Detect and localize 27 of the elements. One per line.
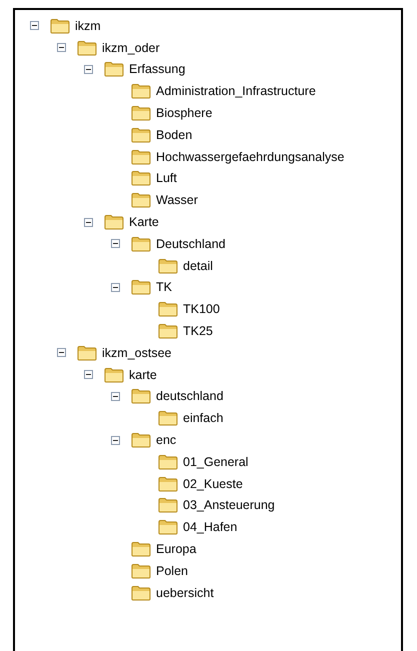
folder-label[interactable]: Erfassung bbox=[129, 62, 186, 76]
folder-label[interactable]: Polen bbox=[156, 564, 188, 578]
folder-label[interactable]: Wasser bbox=[156, 193, 198, 208]
folder-label[interactable]: einfach bbox=[183, 411, 224, 426]
folder-label[interactable]: Deutschland bbox=[156, 236, 226, 251]
folder-label[interactable]: TK25 bbox=[183, 324, 213, 338]
folder-label[interactable]: enc bbox=[156, 433, 176, 448]
folder-label[interactable]: Europa bbox=[156, 542, 196, 556]
folder-label[interactable]: uebersicht bbox=[156, 586, 214, 600]
folder-label[interactable]: Hochwassergefaehrdungsanalyse bbox=[156, 150, 344, 164]
folder-label[interactable]: Luft bbox=[156, 171, 177, 186]
folder-label[interactable]: ikzm_oder bbox=[102, 40, 160, 55]
folder-label[interactable]: 02_Kueste bbox=[183, 476, 243, 491]
folder-label[interactable]: 01_General bbox=[183, 454, 248, 469]
folder-label[interactable]: detail bbox=[183, 258, 213, 273]
folder-label[interactable]: Biosphere bbox=[156, 106, 212, 120]
folder-label[interactable]: deutschland bbox=[156, 389, 224, 404]
folder-label[interactable]: Administration_Infrastructure bbox=[156, 84, 316, 98]
folder-label[interactable]: TK bbox=[156, 280, 172, 294]
folder-label[interactable]: 04_Hafen bbox=[183, 520, 238, 534]
folder-label[interactable]: karte bbox=[129, 368, 157, 382]
folder-label[interactable]: Karte bbox=[129, 215, 159, 230]
folder-label[interactable]: ikzm bbox=[75, 18, 101, 33]
folder-label[interactable]: 03_Ansteuerung bbox=[183, 498, 275, 512]
folder-label[interactable]: Boden bbox=[156, 128, 192, 142]
folder-label[interactable]: ikzm_ostsee bbox=[102, 346, 172, 360]
folder-label[interactable]: TK100 bbox=[183, 302, 220, 316]
